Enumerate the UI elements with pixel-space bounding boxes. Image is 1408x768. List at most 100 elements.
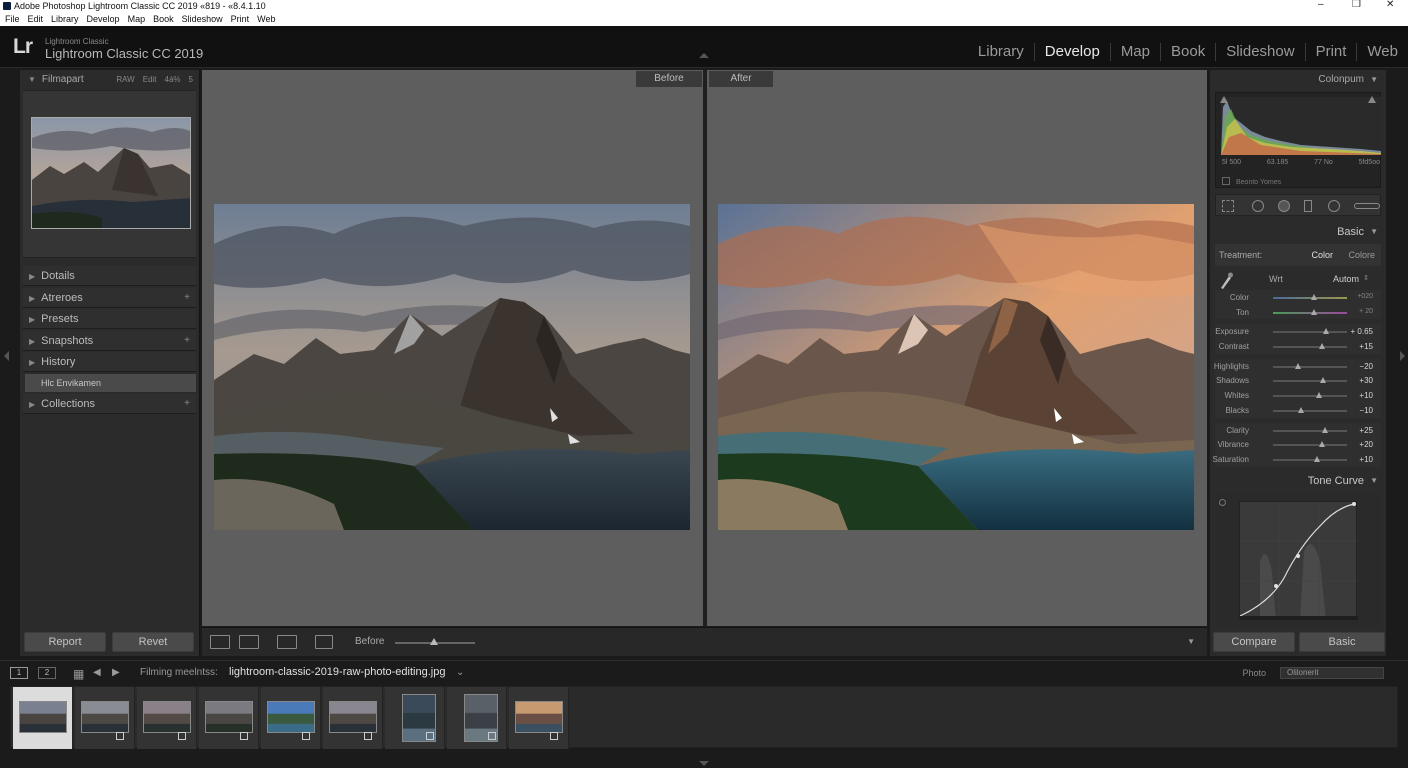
- targeted-adjustment-icon[interactable]: [1219, 498, 1226, 506]
- slider-thumb[interactable]: [1311, 308, 1318, 315]
- history-item[interactable]: Hlc Envikamen: [25, 373, 196, 392]
- before-photo[interactable]: [214, 204, 690, 530]
- panel-section-history[interactable]: ▶ History: [23, 352, 196, 373]
- slider-value[interactable]: −20: [1359, 362, 1373, 371]
- close-button[interactable]: ✕: [1386, 0, 1394, 10]
- navigator-header[interactable]: ▼ Filmapart RAW Edit 4á% 5: [20, 70, 199, 90]
- histogram[interactable]: 5l 500 63.185 77 No 5fd5oo Beonto Yomes: [1215, 92, 1381, 188]
- compare-button[interactable]: Compare: [1213, 632, 1295, 652]
- swap-icon[interactable]: [315, 635, 333, 649]
- slider-track[interactable]: [1273, 297, 1347, 299]
- slider-track[interactable]: [1273, 365, 1347, 368]
- menu-library[interactable]: Library: [51, 12, 79, 26]
- module-map[interactable]: Map: [1109, 43, 1160, 61]
- slider-value[interactable]: +20: [1359, 440, 1373, 449]
- slider-thumb[interactable]: [1315, 392, 1322, 399]
- module-library[interactable]: Library: [968, 43, 1034, 61]
- maximize-button[interactable]: ❐: [1352, 0, 1361, 10]
- red-eye-icon[interactable]: [1278, 200, 1290, 212]
- reset-button[interactable]: Revet: [112, 632, 194, 652]
- zoom-option[interactable]: Edit: [143, 70, 157, 90]
- bottom-panel-toggle-icon[interactable]: [699, 761, 709, 766]
- before-after-view-icon[interactable]: [239, 635, 259, 649]
- slider-track[interactable]: [1273, 458, 1347, 461]
- slider-value[interactable]: +10: [1359, 391, 1373, 400]
- module-web[interactable]: Web: [1356, 43, 1408, 61]
- toolbar-slider-thumb[interactable]: [430, 638, 438, 645]
- right-panel-toggle-icon[interactable]: [1400, 351, 1405, 361]
- slider-value[interactable]: + 0.65: [1351, 327, 1373, 336]
- add-icon[interactable]: +: [184, 288, 190, 308]
- tone-curve-graph[interactable]: [1239, 500, 1358, 620]
- slider-thumb[interactable]: [1318, 343, 1325, 350]
- filter-dropdown[interactable]: Olilonerit: [1280, 667, 1384, 679]
- slider-track[interactable]: [1273, 409, 1347, 412]
- filmstrip-thumbnail[interactable]: [447, 687, 507, 749]
- filename-dropdown-icon[interactable]: ⌄: [456, 667, 464, 678]
- module-print[interactable]: Print: [1304, 43, 1357, 61]
- basic-header[interactable]: Basic ▼: [1210, 222, 1386, 242]
- slider-thumb[interactable]: [1321, 426, 1328, 433]
- main-monitor-icon[interactable]: 1: [10, 667, 28, 679]
- filmstrip-thumbnail[interactable]: [323, 687, 383, 749]
- filmstrip-filename[interactable]: lightroom-classic-2019-raw-photo-editing…: [229, 666, 445, 678]
- menu-file[interactable]: File: [5, 12, 20, 26]
- basic-button[interactable]: Basic: [1299, 632, 1385, 652]
- menu-develop[interactable]: Develop: [87, 12, 120, 26]
- highlight-clipping-icon[interactable]: [1368, 95, 1376, 103]
- left-panel-toggle-icon[interactable]: [4, 351, 9, 361]
- slider-thumb[interactable]: [1323, 328, 1330, 335]
- slider-track[interactable]: [1273, 429, 1347, 432]
- slider-value[interactable]: +10: [1359, 455, 1373, 464]
- module-develop[interactable]: Develop: [1033, 43, 1110, 61]
- adjustment-brush-icon[interactable]: [1354, 203, 1380, 209]
- slider-track[interactable]: [1273, 311, 1347, 314]
- menu-edit[interactable]: Edit: [28, 12, 44, 26]
- toolbar-menu-icon[interactable]: ▼: [1187, 637, 1195, 646]
- slider-thumb[interactable]: [1298, 406, 1305, 413]
- slider-track[interactable]: [1273, 331, 1347, 334]
- menu-slideshow[interactable]: Slideshow: [182, 12, 223, 26]
- zoom-option[interactable]: 4á%: [165, 70, 181, 90]
- after-photo[interactable]: [718, 204, 1194, 530]
- panel-section-presets[interactable]: ▶ Presets: [23, 309, 196, 330]
- forward-arrow-icon[interactable]: ▶: [112, 667, 120, 678]
- tone-curve-header[interactable]: Tone Curve ▼: [1210, 471, 1386, 491]
- treatment-color-option[interactable]: Color: [1311, 244, 1333, 266]
- show-original-checkbox[interactable]: Beonto Yomes: [1222, 177, 1281, 186]
- panel-section-details[interactable]: ▶ Dotails: [23, 266, 196, 286]
- filmstrip-thumbnail[interactable]: [261, 687, 321, 749]
- top-panel-toggle-icon[interactable]: [699, 53, 709, 58]
- wb-value[interactable]: Autom: [1333, 268, 1359, 290]
- minimize-button[interactable]: –: [1318, 0, 1324, 10]
- menu-book[interactable]: Book: [153, 12, 174, 26]
- spot-removal-icon[interactable]: [1252, 200, 1264, 212]
- loupe-view-icon[interactable]: [210, 635, 230, 649]
- slider-value[interactable]: +15: [1359, 342, 1373, 351]
- zoom-option[interactable]: 5: [189, 70, 193, 90]
- slider-value[interactable]: +020: [1357, 293, 1373, 300]
- slider-track[interactable]: [1273, 444, 1347, 447]
- slider-track[interactable]: [1273, 380, 1347, 383]
- slider-track[interactable]: [1273, 395, 1347, 398]
- filmstrip-thumbnail[interactable]: [509, 687, 569, 749]
- filmstrip-thumbnail[interactable]: [75, 687, 135, 749]
- panel-section-collections[interactable]: ▶ Collections +: [23, 393, 196, 414]
- slider-value[interactable]: + 20: [1359, 308, 1373, 315]
- navigator-thumbnail[interactable]: [31, 117, 191, 229]
- radial-filter-icon[interactable]: [1328, 200, 1340, 212]
- filmstrip-thumbnail[interactable]: [137, 687, 197, 749]
- slider-value[interactable]: −10: [1359, 406, 1373, 415]
- slider-thumb[interactable]: [1295, 362, 1302, 369]
- zoom-option[interactable]: RAW: [116, 70, 134, 90]
- navigator-preview[interactable]: [23, 90, 196, 258]
- grid-view-icon[interactable]: ▦: [73, 667, 84, 681]
- after-pane[interactable]: After: [707, 70, 1207, 626]
- crop-icon[interactable]: [1222, 200, 1234, 212]
- back-arrow-icon[interactable]: ◀: [93, 667, 101, 678]
- before-after-split-icon[interactable]: [277, 635, 297, 649]
- slider-track[interactable]: [1273, 346, 1347, 349]
- slider-value[interactable]: +30: [1359, 376, 1373, 385]
- slider-thumb[interactable]: [1314, 455, 1321, 462]
- before-pane[interactable]: Before: [202, 70, 703, 626]
